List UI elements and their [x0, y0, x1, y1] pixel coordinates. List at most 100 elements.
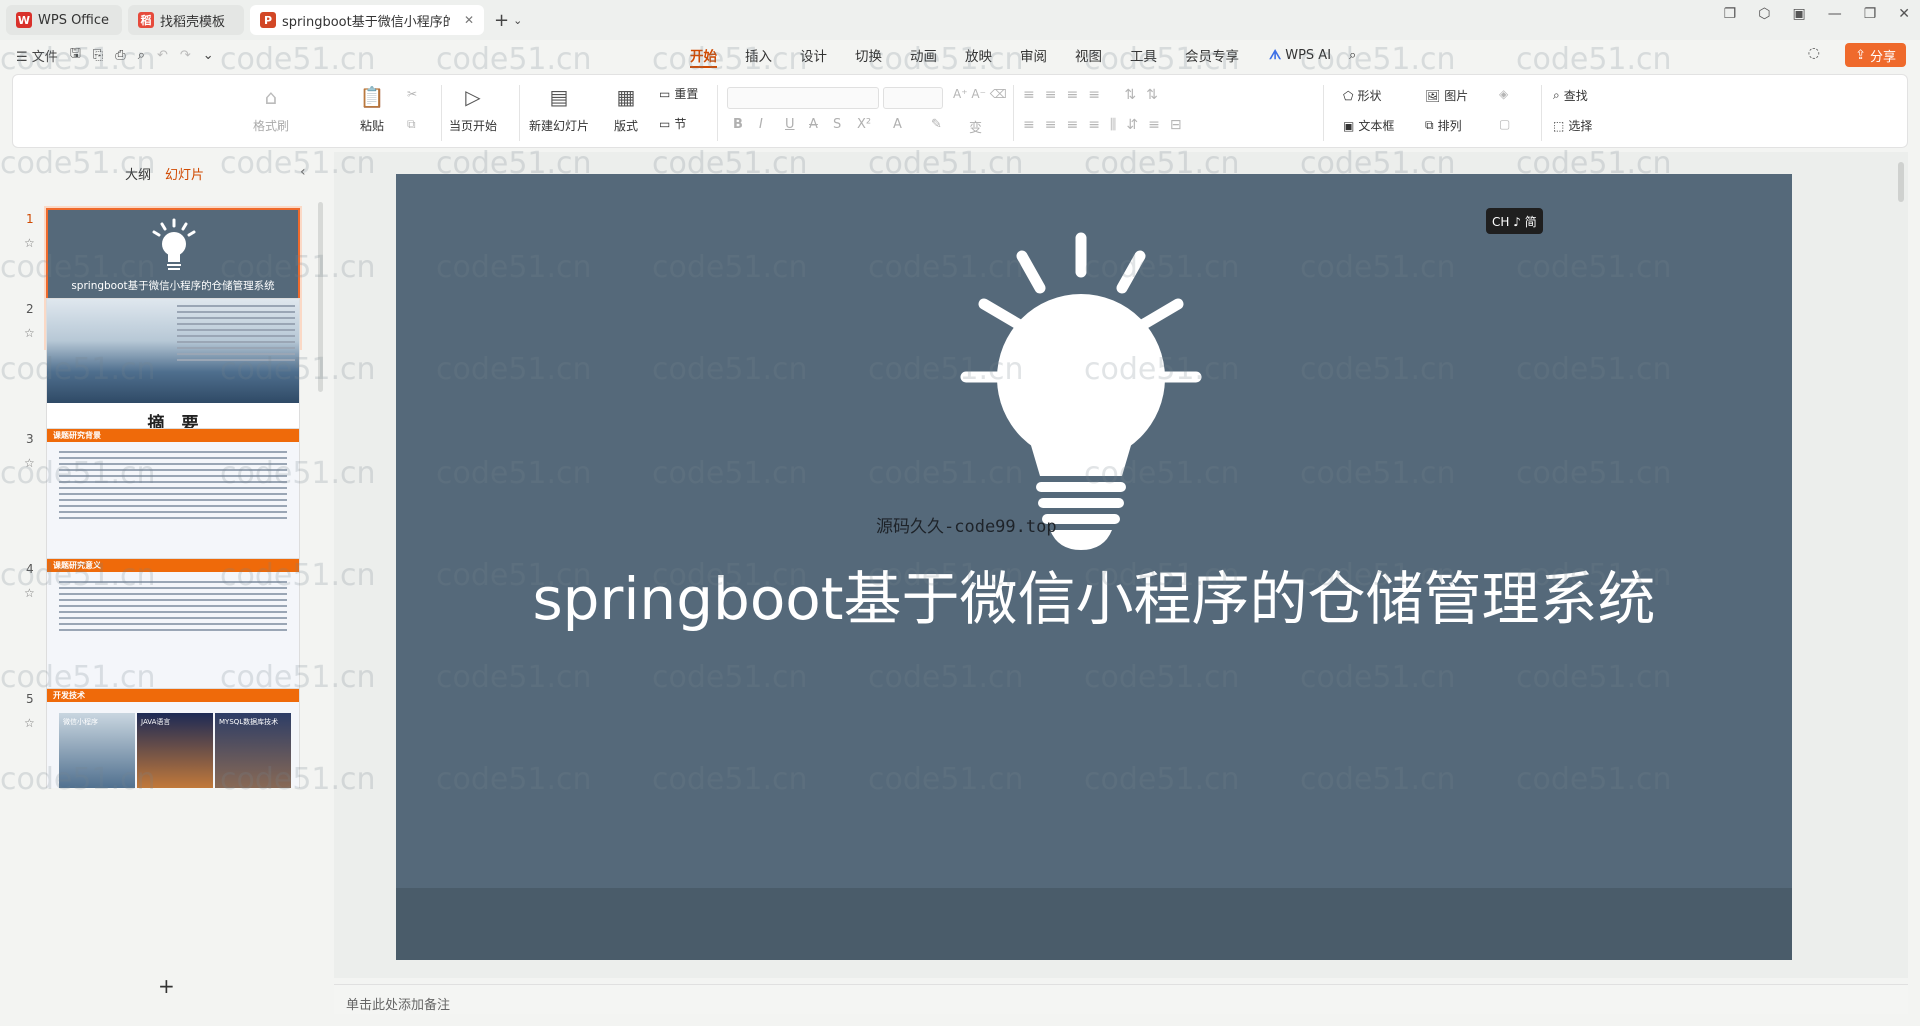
star-icon[interactable]: ☆: [24, 586, 35, 600]
play-from-current-button[interactable]: ▷ 当页开始: [449, 83, 497, 134]
tab-slides[interactable]: 幻灯片: [165, 164, 204, 183]
restore-icon[interactable]: ❐: [1864, 6, 1877, 22]
section-button[interactable]: ▭ 节: [659, 115, 686, 132]
slide-thumbnail-2[interactable]: 摘 要: [46, 298, 300, 438]
paste-icon: 📋: [359, 85, 385, 109]
file-menu[interactable]: ☰ 文件: [16, 46, 58, 65]
canvas-scrollbar[interactable]: [1898, 162, 1904, 202]
print-icon[interactable]: ⎙: [115, 48, 125, 63]
minimize-icon[interactable]: —: [1828, 6, 1842, 22]
current-slide[interactable]: 源码久久-code99.top springboot基于微信小程序的仓储管理系统: [396, 174, 1792, 960]
tab-label: springboot基于微信小程序的: [282, 14, 450, 30]
chevron-down-icon: ⌄: [513, 13, 523, 27]
avatar-icon[interactable]: ▣: [1792, 6, 1805, 22]
format-brush-button[interactable]: ⌂ 格式刷: [253, 83, 289, 134]
paste-button[interactable]: 📋 粘贴: [357, 83, 387, 134]
more-dropdown-icon[interactable]: ⌄: [203, 48, 214, 63]
tab-review[interactable]: 审阅: [1006, 40, 1061, 70]
file-label: 文件: [31, 49, 58, 65]
new-tab-button[interactable]: + ⌄: [494, 10, 522, 31]
thumbnail-bar: 课题研究背景: [47, 429, 299, 442]
font-color-icon[interactable]: A: [893, 117, 902, 132]
find-button[interactable]: ⌕ 查找: [1553, 87, 1588, 104]
notes-pane[interactable]: 单击此处添加备注: [334, 984, 1908, 1014]
tab-current-presentation[interactable]: P springboot基于微信小程序的 ✕: [250, 5, 484, 35]
add-slide-button[interactable]: +: [158, 974, 175, 998]
picture-label: 图片: [1444, 89, 1469, 103]
bold-icon[interactable]: B: [733, 117, 743, 132]
strikethrough-icon[interactable]: A: [809, 117, 818, 132]
tab-tools[interactable]: 工具: [1116, 40, 1171, 70]
picture-button[interactable]: 🖼 图片: [1425, 87, 1468, 104]
search-icon[interactable]: ⌕: [1349, 48, 1356, 63]
tab-outline[interactable]: 大纲: [125, 164, 151, 183]
tab-member[interactable]: 会员专享: [1171, 40, 1253, 70]
layout-icon: ▦: [616, 85, 636, 109]
tab-animation[interactable]: 动画: [896, 40, 951, 70]
redo-icon[interactable]: ↷: [180, 48, 191, 63]
print-preview-icon[interactable]: ⌕: [138, 48, 145, 63]
slide-thumbnail-4[interactable]: 课题研究意义: [46, 558, 300, 698]
phonetic-icon[interactable]: 变: [969, 117, 982, 136]
tab-docer-templates[interactable]: 稻 找稻壳模板: [128, 5, 244, 35]
tab-transition[interactable]: 切换: [841, 40, 896, 70]
export-icon[interactable]: ⎘: [93, 48, 103, 63]
font-size-select[interactable]: [883, 87, 943, 109]
select-button[interactable]: ⬚ 选择: [1553, 117, 1592, 134]
shape-icon: ⬠: [1343, 88, 1354, 103]
section-label: 节: [674, 117, 687, 131]
star-icon[interactable]: ☆: [24, 716, 35, 730]
slide-thumbnail-3[interactable]: 课题研究背景: [46, 428, 300, 568]
cube-icon[interactable]: ⬡: [1758, 6, 1770, 22]
slide-title[interactable]: springboot基于微信小程序的仓储管理系统: [396, 552, 1792, 636]
select-icon: ⬚: [1553, 118, 1565, 133]
panel-scrollbar[interactable]: [318, 202, 323, 392]
undo-icon[interactable]: ↶: [157, 48, 168, 63]
wps-ai-button[interactable]: ᗑ WPS AI ⌕: [1269, 48, 1356, 63]
ime-indicator[interactable]: CH ♪ 简: [1486, 208, 1543, 234]
save-icon[interactable]: 🖫: [70, 44, 81, 66]
collapse-panel-icon[interactable]: ‹: [300, 164, 306, 180]
tab-design[interactable]: 设计: [786, 40, 841, 70]
play-from-current-label: 当页开始: [449, 119, 498, 133]
slide-number: 1: [26, 212, 34, 226]
select-label: 选择: [1568, 119, 1593, 133]
share-button[interactable]: ⇪ 分享: [1845, 43, 1906, 67]
format-brush-icon: ⌂: [264, 85, 278, 109]
superscript-icon[interactable]: X²: [857, 117, 871, 132]
tab-view[interactable]: 视图: [1061, 40, 1116, 70]
reset-icon: ▭: [659, 86, 671, 101]
fill-icon[interactable]: ◈: [1499, 87, 1508, 101]
star-icon[interactable]: ☆: [24, 456, 35, 470]
tab-home[interactable]: 开始: [676, 40, 731, 70]
star-icon[interactable]: ☆: [24, 326, 35, 340]
tab-insert[interactable]: 插入: [731, 40, 786, 70]
layout-button[interactable]: ▦ 版式: [611, 83, 641, 134]
lightbulb-icon: [152, 218, 196, 270]
chat-icon[interactable]: ◌: [1808, 45, 1820, 61]
new-slide-button[interactable]: ▤ 新建幻灯片: [529, 83, 589, 134]
close-icon[interactable]: ✕: [464, 13, 474, 27]
star-icon[interactable]: ☆: [24, 236, 35, 250]
outline-icon[interactable]: ▢: [1499, 117, 1510, 131]
italic-icon[interactable]: I: [759, 117, 763, 132]
font-family-select[interactable]: [727, 87, 879, 109]
shadow-icon[interactable]: S: [833, 117, 841, 132]
tab-wps-office[interactable]: W WPS Office: [6, 5, 122, 35]
arrange-button[interactable]: ⧉ 排列: [1425, 117, 1462, 134]
lightbulb-icon: [960, 232, 1202, 550]
tab-slideshow[interactable]: 放映: [951, 40, 1006, 70]
underline-icon[interactable]: U: [785, 117, 795, 132]
picture-icon: 🖼: [1425, 88, 1441, 103]
close-window-icon[interactable]: ✕: [1898, 6, 1910, 22]
cut-icon[interactable]: ✂: [407, 87, 417, 101]
shape-button[interactable]: ⬠ 形状: [1343, 87, 1381, 104]
slide-thumbnail-5[interactable]: 开发技术 微信小程序 JAVA语言 MYSQL数据库技术: [46, 688, 300, 788]
textbox-button[interactable]: ▣ 文本框: [1343, 117, 1394, 134]
highlight-icon[interactable]: ✎: [931, 117, 942, 132]
layout-icon[interactable]: ❐: [1724, 6, 1737, 22]
list-tools: ≡≡≡≡ ⇅⇅: [1023, 87, 1168, 103]
reset-button[interactable]: ▭ 重置: [659, 85, 698, 102]
copy-icon[interactable]: ⧉: [407, 117, 416, 132]
textbox-label: 文本框: [1358, 119, 1395, 133]
